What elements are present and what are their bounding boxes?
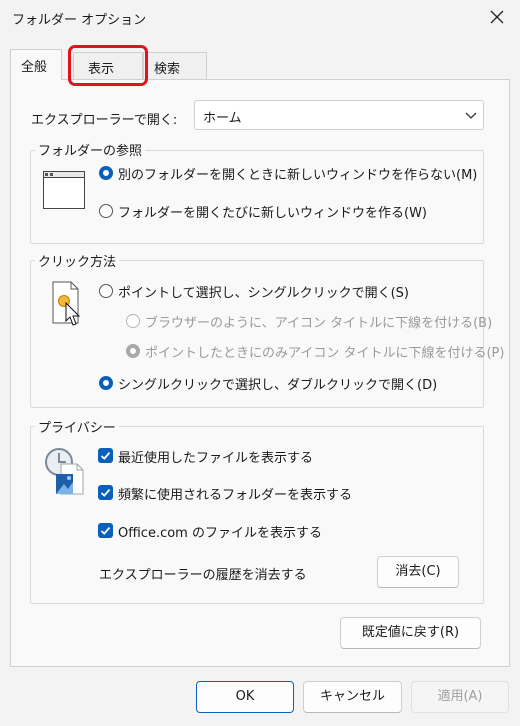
radio-underline-browser[interactable]: [126, 314, 140, 328]
explorer-open-label: エクスプローラーで開く:: [31, 113, 178, 128]
checkbox-office-files[interactable]: [98, 523, 113, 538]
checkmark-icon: [100, 527, 111, 535]
clear-history-label: エクスプローラーの履歴を消去する: [99, 568, 307, 583]
checkbox-frequent-folders[interactable]: [98, 485, 113, 500]
clear-history-button[interactable]: 消去(C): [377, 556, 459, 588]
browse-folders-legend: フォルダーの参照: [35, 140, 146, 159]
window-icon: [43, 171, 85, 209]
checkbox-recent-files[interactable]: [98, 448, 113, 463]
checkmark-icon: [100, 489, 111, 497]
radio-new-window[interactable]: [99, 204, 113, 218]
title-bar: フォルダー オプション: [0, 0, 520, 36]
option-same-window-label: 別のフォルダーを開くときに新しいウィンドウを作らない(M): [118, 168, 478, 183]
pointer-file-icon: [52, 281, 81, 326]
tab-view-label: 表示: [88, 62, 115, 77]
office-files-label: Office.com のファイルを表示する: [118, 526, 322, 541]
tab-view[interactable]: 表示: [73, 52, 143, 80]
close-icon: [490, 10, 504, 24]
tab-search-label: 検索: [154, 62, 181, 77]
frequent-folders-label: 頻繁に使用されるフォルダーを表示する: [118, 488, 353, 503]
double-click-label: シングルクリックで選択し、ダブルクリックで開く(D): [118, 378, 438, 393]
window-title: フォルダー オプション: [12, 13, 147, 28]
radio-underline-hover[interactable]: [126, 344, 140, 358]
explorer-open-value: ホーム: [203, 111, 242, 126]
underline-browser-label: ブラウザーのように、アイコン タイトルに下線を付ける(B): [145, 316, 493, 331]
recent-files-label: 最近使用したファイルを表示する: [118, 451, 314, 466]
checkmark-icon: [100, 452, 111, 460]
privacy-legend: プライバシー: [35, 417, 119, 436]
ok-button[interactable]: OK: [196, 681, 294, 713]
underline-hover-label: ポイントしたときにのみアイコン タイトルに下線を付ける(P): [145, 346, 505, 361]
single-click-label: ポイントして選択し、シングルクリックで開く(S): [118, 286, 410, 301]
option-new-window-label: フォルダーを開くたびに新しいウィンドウを作る(W): [118, 206, 427, 221]
tab-search[interactable]: 検索: [143, 52, 207, 80]
click-items-legend: クリック方法: [35, 251, 120, 270]
close-button[interactable]: [484, 4, 510, 30]
radio-same-window[interactable]: [99, 166, 113, 180]
radio-single-click[interactable]: [99, 284, 113, 298]
radio-double-click[interactable]: [99, 376, 113, 390]
explorer-open-select[interactable]: ホーム: [194, 100, 484, 130]
restore-defaults-button[interactable]: 既定値に戻す(R): [340, 617, 481, 649]
privacy-icon: [45, 448, 84, 495]
chevron-down-icon: [465, 112, 477, 119]
apply-button[interactable]: 適用(A): [411, 681, 509, 713]
tab-general-label: 全般: [21, 60, 48, 75]
tab-general[interactable]: 全般: [10, 49, 62, 80]
cancel-button[interactable]: キャンセル: [303, 681, 402, 713]
general-pane: エクスプローラーで開く: ホーム フォルダーの参照 別のフォルダーを開くときに新…: [10, 79, 510, 667]
